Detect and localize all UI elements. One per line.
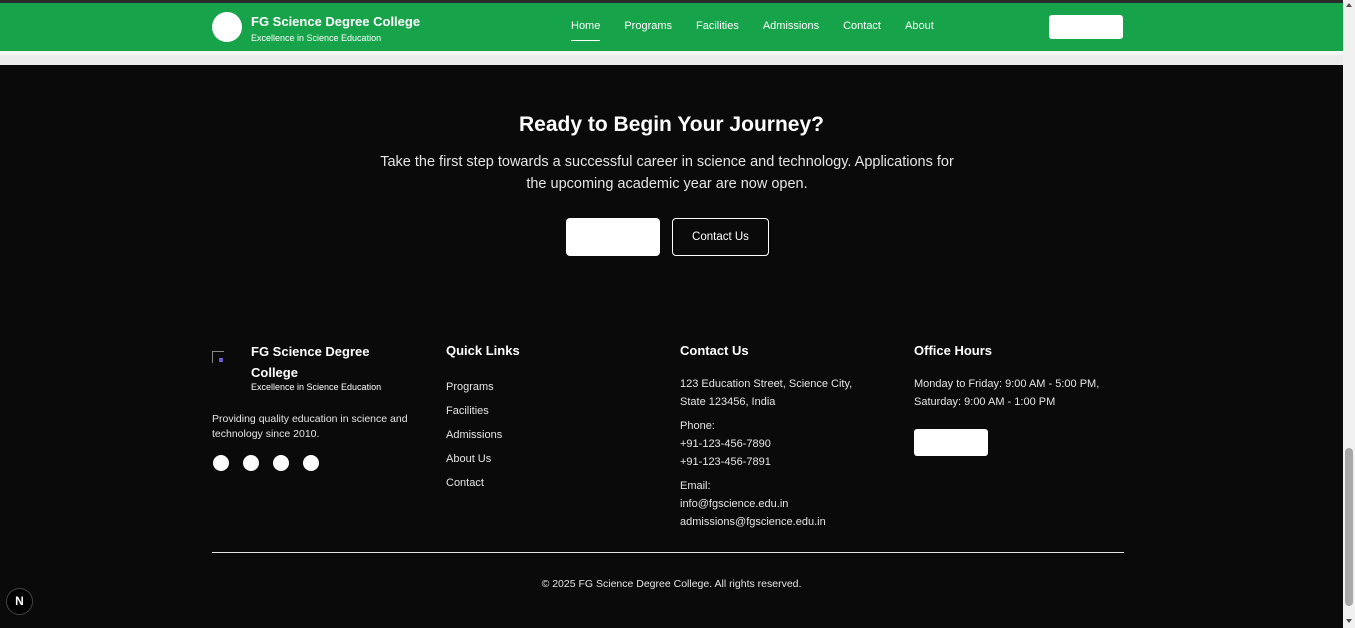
social-icon-3[interactable] bbox=[273, 455, 289, 471]
email-label: Email: bbox=[680, 480, 711, 492]
quick-links-list: Programs Facilities Admissions About Us … bbox=[446, 375, 646, 495]
contact-us-button[interactable]: Contact Us bbox=[672, 218, 769, 256]
navbar-inner: FG Science Degree College Excellence in … bbox=[212, 3, 1124, 51]
cta-description: Take the first step towards a successful… bbox=[380, 154, 954, 192]
social-links bbox=[213, 455, 319, 471]
nav-link-programs[interactable]: Programs bbox=[612, 3, 684, 51]
cta-section: Ready to Begin Your Journey? Take the fi… bbox=[0, 65, 1343, 305]
footer-divider bbox=[212, 552, 1124, 553]
navbar-brand-title[interactable]: FG Science Degree College bbox=[251, 14, 420, 29]
navbar-action-button[interactable] bbox=[1049, 15, 1123, 39]
social-icon-2[interactable] bbox=[243, 455, 259, 471]
contact-heading: Contact Us bbox=[680, 343, 749, 358]
office-hours-button[interactable] bbox=[914, 429, 988, 456]
nav-link-contact[interactable]: Contact bbox=[831, 3, 893, 51]
social-icon-1[interactable] bbox=[213, 455, 229, 471]
footer-quick-links-column: Quick Links Programs Facilities Admissio… bbox=[446, 340, 646, 495]
email-info[interactable]: info@fgscience.edu.in bbox=[680, 495, 880, 513]
quick-link-contact[interactable]: Contact bbox=[446, 471, 646, 495]
scroll-up-arrow-icon[interactable] bbox=[1346, 3, 1352, 7]
phone-secondary[interactable]: +91-123-456-7891 bbox=[680, 453, 880, 471]
section-divider-highlight bbox=[0, 51, 1343, 55]
footer-brand-subtitle: Excellence in Science Education bbox=[251, 382, 382, 392]
page-scrollbar[interactable] bbox=[1343, 0, 1355, 628]
dev-tools-badge[interactable]: N bbox=[6, 588, 33, 615]
copyright-text: © 2025 FG Science Degree College. All ri… bbox=[541, 578, 802, 590]
phone-primary[interactable]: +91-123-456-7890 bbox=[680, 435, 880, 453]
footer-brand-title: FG Science Degree College bbox=[251, 344, 370, 380]
footer-description: Providing quality education in science a… bbox=[212, 413, 408, 440]
social-icon-4[interactable] bbox=[303, 455, 319, 471]
college-logo[interactable] bbox=[212, 12, 242, 42]
apply-now-button[interactable] bbox=[566, 218, 660, 256]
section-divider-band bbox=[0, 51, 1343, 65]
quick-link-about-us[interactable]: About Us bbox=[446, 447, 646, 471]
nav-link-admissions[interactable]: Admissions bbox=[751, 3, 831, 51]
quick-link-facilities[interactable]: Facilities bbox=[446, 399, 646, 423]
email-admissions[interactable]: admissions@fgscience.edu.in bbox=[680, 513, 880, 531]
quick-link-admissions[interactable]: Admissions bbox=[446, 423, 646, 447]
main-nav: Home Programs Facilities Admissions Cont… bbox=[559, 3, 946, 51]
office-hours-heading: Office Hours bbox=[914, 343, 993, 358]
footer-hours-column: Office Hours Monday to Friday: 9:00 AM -… bbox=[914, 340, 1124, 456]
cta-title: Ready to Begin Your Journey? bbox=[519, 113, 824, 136]
quick-links-heading: Quick Links bbox=[446, 343, 520, 358]
contact-address: 123 Education Street, Science City, Stat… bbox=[680, 378, 853, 408]
navbar-brand-subtitle: Excellence in Science Education bbox=[251, 33, 382, 43]
nav-link-facilities[interactable]: Facilities bbox=[684, 3, 751, 51]
footer-contact-column: Contact Us 123 Education Street, Science… bbox=[680, 340, 880, 531]
phone-label: Phone: bbox=[680, 420, 715, 432]
nav-link-home[interactable]: Home bbox=[559, 3, 612, 51]
footer-logo-image bbox=[212, 351, 224, 363]
scroll-down-arrow-icon[interactable] bbox=[1346, 619, 1352, 623]
quick-link-programs[interactable]: Programs bbox=[446, 375, 646, 399]
scrollbar-thumb[interactable] bbox=[1345, 448, 1353, 606]
footer: FG Science Degree College Excellence in … bbox=[212, 340, 1124, 560]
office-hours-text: Monday to Friday: 9:00 AM - 5:00 PM, Sat… bbox=[914, 378, 1100, 408]
navbar: FG Science Degree College Excellence in … bbox=[0, 3, 1343, 51]
nav-link-about[interactable]: About bbox=[893, 3, 946, 51]
